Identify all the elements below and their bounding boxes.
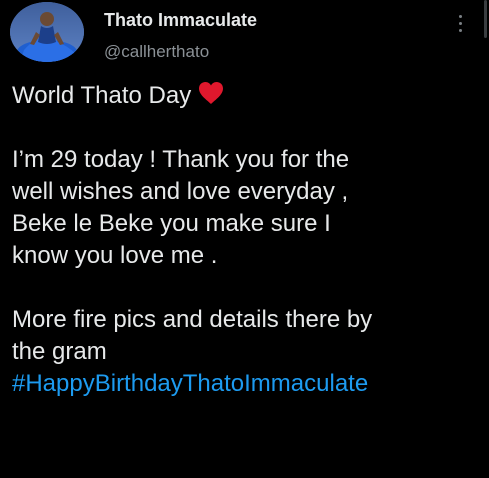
tweet-title-line: World Thato Day [12, 80, 482, 112]
scrollbar-thumb[interactable] [484, 0, 487, 38]
avatar[interactable] [10, 2, 84, 62]
tweet-line: the gram [12, 338, 107, 365]
more-dot [458, 14, 462, 18]
tweet-line: well wishes and love everyday , [12, 178, 349, 205]
tweet-line: Beke le Beke you make sure I [12, 210, 331, 237]
tweet-text: World Thato Day I’m 29 today ! Thank you… [12, 80, 482, 400]
tweet-title: World Thato Day [12, 82, 192, 109]
hashtag-link[interactable]: #HappyBirthdayThatoImmaculate [12, 368, 482, 400]
tweet-line: I’m 29 today ! Thank you for the [12, 146, 350, 173]
author-display-name[interactable]: Thato Immaculate [104, 10, 257, 31]
heart-icon [199, 82, 224, 104]
more-options-icon[interactable] [449, 10, 471, 36]
tweet: Thato Immaculate @callherthato World Tha… [0, 0, 489, 478]
more-dot [458, 21, 462, 25]
tweet-line: know you love me . [12, 242, 218, 269]
tweet-line: More fire pics and details there by [12, 306, 373, 333]
avatar-image [10, 2, 84, 62]
more-dot [458, 28, 462, 32]
author-handle[interactable]: @callherthato [104, 42, 209, 62]
